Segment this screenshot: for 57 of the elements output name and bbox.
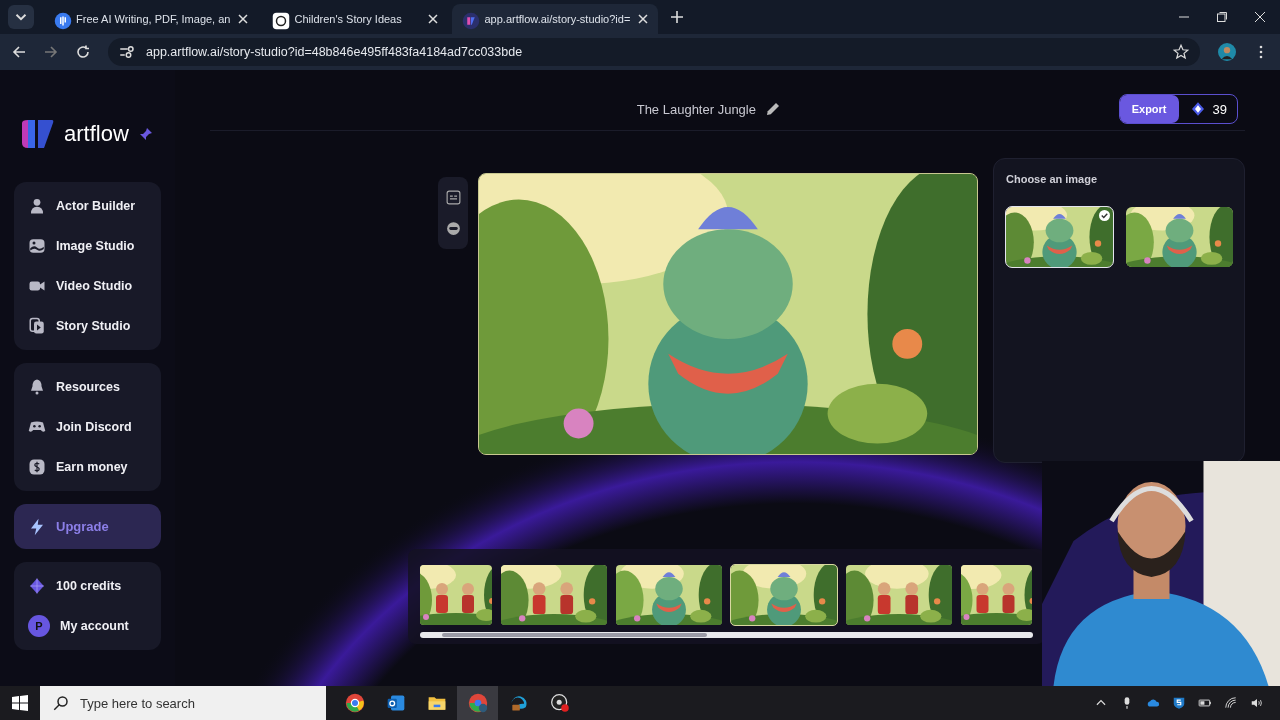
panel-title: Choose an image	[1006, 173, 1099, 185]
wifi-icon	[1224, 696, 1238, 710]
credits-item[interactable]: 100 credits	[14, 566, 161, 606]
export-button[interactable]: Export	[1119, 95, 1179, 123]
taskbar-search-field[interactable]: Type here to search	[40, 686, 326, 720]
forward-icon[interactable]	[44, 45, 58, 59]
logo-mark-icon	[20, 119, 54, 149]
restore-icon[interactable]	[1216, 11, 1228, 23]
gem-icon	[28, 577, 46, 595]
image-icon	[28, 237, 46, 255]
close-icon[interactable]	[428, 14, 439, 24]
credit-count: 39	[1212, 101, 1227, 117]
close-icon[interactable]	[1254, 11, 1266, 23]
search-icon	[52, 694, 70, 712]
battery-icon	[1198, 696, 1212, 710]
nav-item[interactable]: Story Studio	[14, 306, 161, 346]
logo-favicon	[462, 12, 481, 30]
play-document-icon	[28, 317, 46, 335]
nav-item[interactable]: Image Studio	[14, 226, 161, 266]
pin-icon[interactable]	[138, 127, 153, 141]
scrollbar[interactable]	[420, 632, 1033, 638]
new-tab-icon[interactable]	[670, 10, 685, 24]
account-avatar: P	[28, 615, 50, 637]
browser-tab[interactable]: Children's Story Ideas	[262, 4, 449, 34]
profile-avatar[interactable]	[1218, 43, 1236, 61]
start-icon[interactable]	[12, 695, 28, 711]
nav-item[interactable]: Resources	[14, 367, 161, 407]
dollar-icon	[28, 458, 46, 476]
shield-icon	[1172, 696, 1186, 710]
nav-item[interactable]: Earn money	[14, 447, 161, 487]
reload-icon[interactable]	[76, 45, 90, 59]
story-title: The Laughter Jungle	[636, 101, 756, 117]
person-icon	[28, 197, 46, 215]
nav-item[interactable]: Join Discord	[14, 407, 161, 447]
browser-tab[interactable]: app.artflow.ai/story-studio?id=	[452, 4, 659, 34]
bell-icon	[28, 378, 46, 396]
captions-icon[interactable]	[444, 189, 462, 206]
check-icon	[1099, 210, 1110, 221]
upgrade-button[interactable]: Upgrade	[14, 504, 161, 549]
close-icon[interactable]	[238, 14, 249, 24]
star-icon[interactable]	[1172, 43, 1190, 61]
feather-favicon	[54, 12, 72, 30]
nav-item[interactable]: Video Studio	[14, 266, 161, 306]
speaker-icon	[1250, 696, 1264, 710]
site-settings-icon	[118, 43, 136, 61]
browser-tab[interactable]: Free AI Writing, PDF, Image, an	[44, 4, 259, 34]
close-icon[interactable]	[638, 14, 649, 24]
browser-app-icon[interactable]	[344, 693, 365, 713]
address-bar[interactable]: app.artflow.ai/story-studio?id=48b846e495ff483fa4184ad7cc033bde	[108, 38, 1200, 66]
tab-search-button[interactable]	[8, 5, 34, 29]
nav-item[interactable]: Actor Builder	[14, 186, 161, 226]
recorder-app-icon[interactable]	[549, 693, 570, 713]
account-item[interactable]: P My account	[14, 606, 161, 646]
logo-wordmark: artflow	[64, 121, 129, 147]
cloud-icon	[1146, 696, 1160, 710]
back-icon[interactable]	[12, 45, 26, 59]
mail-app-icon[interactable]	[385, 693, 406, 713]
